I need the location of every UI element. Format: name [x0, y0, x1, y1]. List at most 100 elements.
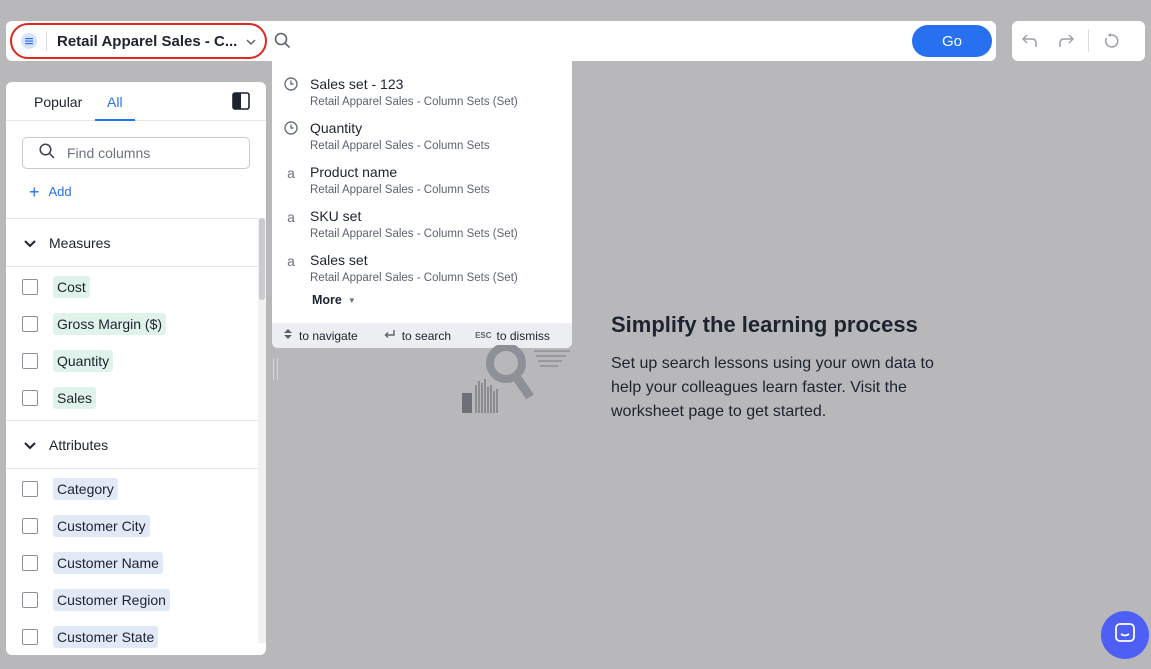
data-source-icon [21, 33, 37, 49]
column-checkbox[interactable] [22, 352, 38, 369]
list-item[interactable]: Customer City [6, 507, 258, 544]
section-header-attributes[interactable]: Attributes [6, 420, 258, 469]
panel-tabs: Popular All [6, 82, 266, 121]
suggestion-title: Sales set - 123 [310, 76, 404, 92]
attribute-icon: a [287, 253, 295, 269]
suggestion-title: Sales set [310, 252, 368, 268]
measure-chip[interactable]: Sales [53, 386, 97, 409]
tab-all[interactable]: All [107, 94, 123, 110]
clock-icon [284, 77, 298, 94]
attribute-chip[interactable]: Category [53, 477, 118, 500]
redo-icon[interactable] [1048, 21, 1084, 61]
resize-handle[interactable] [273, 358, 279, 380]
suggestion-item[interactable]: Quantity Retail Apparel Sales - Column S… [272, 111, 572, 155]
hint-text: to search [401, 328, 452, 343]
section-title: Attributes [49, 436, 109, 453]
suggestion-item[interactable]: a Sales set Retail Apparel Sales - Colum… [272, 243, 572, 287]
enter-key-icon [384, 329, 396, 343]
suggestion-item[interactable]: a SKU set Retail Apparel Sales - Column … [272, 199, 572, 243]
search-suggestions-dropdown: Sales set - 123 Retail Apparel Sales - C… [272, 61, 572, 348]
dismiss-hint: ESC to dismiss [475, 329, 550, 343]
section-title: Measures [49, 234, 111, 251]
learning-illustration [460, 343, 572, 415]
data-source-selector[interactable]: Retail Apparel Sales - C... [10, 23, 267, 59]
attribute-chip[interactable]: Customer Name [53, 551, 163, 574]
divider [1088, 30, 1089, 52]
suggestion-title: SKU set [310, 208, 362, 224]
chevron-down-icon [246, 32, 256, 50]
up-down-arrows-icon [283, 328, 293, 343]
add-label: Add [48, 184, 72, 199]
more-button[interactable]: More ▼ [312, 293, 356, 307]
undo-icon[interactable] [1012, 21, 1048, 61]
search-icon [39, 142, 55, 164]
hint-text: to dismiss [496, 328, 550, 343]
column-checkbox[interactable] [22, 591, 38, 608]
chevron-down-icon [24, 235, 36, 251]
find-columns-field[interactable] [22, 137, 250, 169]
suggestion-item[interactable]: Sales set - 123 Retail Apparel Sales - C… [272, 67, 572, 111]
more-label: More [312, 293, 342, 307]
go-button[interactable]: Go [912, 25, 992, 57]
chat-icon [1114, 622, 1136, 649]
list-item[interactable]: Customer Region [6, 581, 258, 618]
attribute-chip[interactable]: Customer State [53, 625, 159, 648]
columns-panel: Popular All + Add Measures Cost Gross Ma… [6, 82, 266, 655]
list-item[interactable]: Category [6, 470, 258, 507]
list-item[interactable]: Customer Name [6, 544, 258, 581]
reset-icon[interactable] [1093, 21, 1129, 61]
suggestion-subtitle: Retail Apparel Sales - Column Sets (Set) [310, 228, 518, 240]
attribute-chip[interactable]: Customer Region [53, 588, 170, 611]
search-icon [274, 32, 291, 54]
search-hint: to search [384, 329, 451, 343]
list-item[interactable]: Customer State [6, 618, 258, 655]
measure-chip[interactable]: Quantity [53, 349, 114, 372]
empty-state-body: Set up search lessons using your own dat… [611, 355, 934, 420]
column-list: Measures Cost Gross Margin ($) Quantity … [6, 218, 258, 655]
active-tab-indicator [95, 119, 135, 121]
list-item[interactable]: Cost [6, 268, 258, 305]
suggestion-item[interactable]: a Product name Retail Apparel Sales - Co… [272, 155, 572, 199]
scrollbar[interactable] [258, 218, 266, 643]
hint-text: to navigate [299, 328, 358, 343]
scrollbar-thumb[interactable] [259, 218, 265, 300]
column-checkbox[interactable] [22, 278, 38, 295]
suggestion-subtitle: Retail Apparel Sales - Column Sets (Set) [310, 272, 518, 284]
section-header-measures[interactable]: Measures [6, 218, 258, 267]
column-checkbox[interactable] [22, 480, 38, 497]
column-checkbox[interactable] [22, 554, 38, 571]
suggestion-subtitle: Retail Apparel Sales - Column Sets [310, 140, 490, 152]
column-checkbox[interactable] [22, 628, 38, 645]
attribute-icon: a [287, 209, 295, 225]
attribute-chip[interactable]: Customer City [53, 514, 150, 537]
suggestion-subtitle: Retail Apparel Sales - Column Sets (Set) [310, 96, 518, 108]
panel-toggle-icon[interactable] [232, 92, 250, 115]
chevron-down-icon [24, 437, 36, 453]
plus-icon: + [29, 181, 40, 202]
attribute-icon: a [287, 165, 295, 181]
chat-support-button[interactable] [1101, 611, 1149, 659]
list-item[interactable]: Sales [6, 379, 258, 416]
list-item[interactable]: Gross Margin ($) [6, 305, 258, 342]
measure-chip[interactable]: Gross Margin ($) [53, 312, 167, 335]
empty-state-title: Simplify the learning process [611, 312, 918, 337]
esc-key-label: ESC [475, 331, 492, 340]
clock-icon [284, 121, 298, 138]
find-columns-input[interactable] [67, 145, 227, 161]
data-source-name: Retail Apparel Sales - C... [57, 32, 238, 50]
suggestion-subtitle: Retail Apparel Sales - Column Sets [310, 184, 490, 196]
list-item[interactable]: Quantity [6, 342, 258, 379]
history-toolbar [1012, 21, 1145, 61]
suggestion-title: Quantity [310, 120, 363, 136]
divider [46, 31, 47, 51]
column-checkbox[interactable] [22, 517, 38, 534]
measure-chip[interactable]: Cost [53, 275, 90, 298]
column-checkbox[interactable] [22, 389, 38, 406]
suggestion-title: Product name [310, 164, 398, 180]
add-column-button[interactable]: + Add [29, 181, 72, 202]
tab-popular[interactable]: Popular [34, 94, 82, 110]
search-bar[interactable]: Retail Apparel Sales - C... Go [6, 21, 996, 61]
caret-down-icon: ▼ [347, 295, 356, 305]
column-checkbox[interactable] [22, 315, 38, 332]
navigate-hint: to navigate [283, 328, 358, 343]
